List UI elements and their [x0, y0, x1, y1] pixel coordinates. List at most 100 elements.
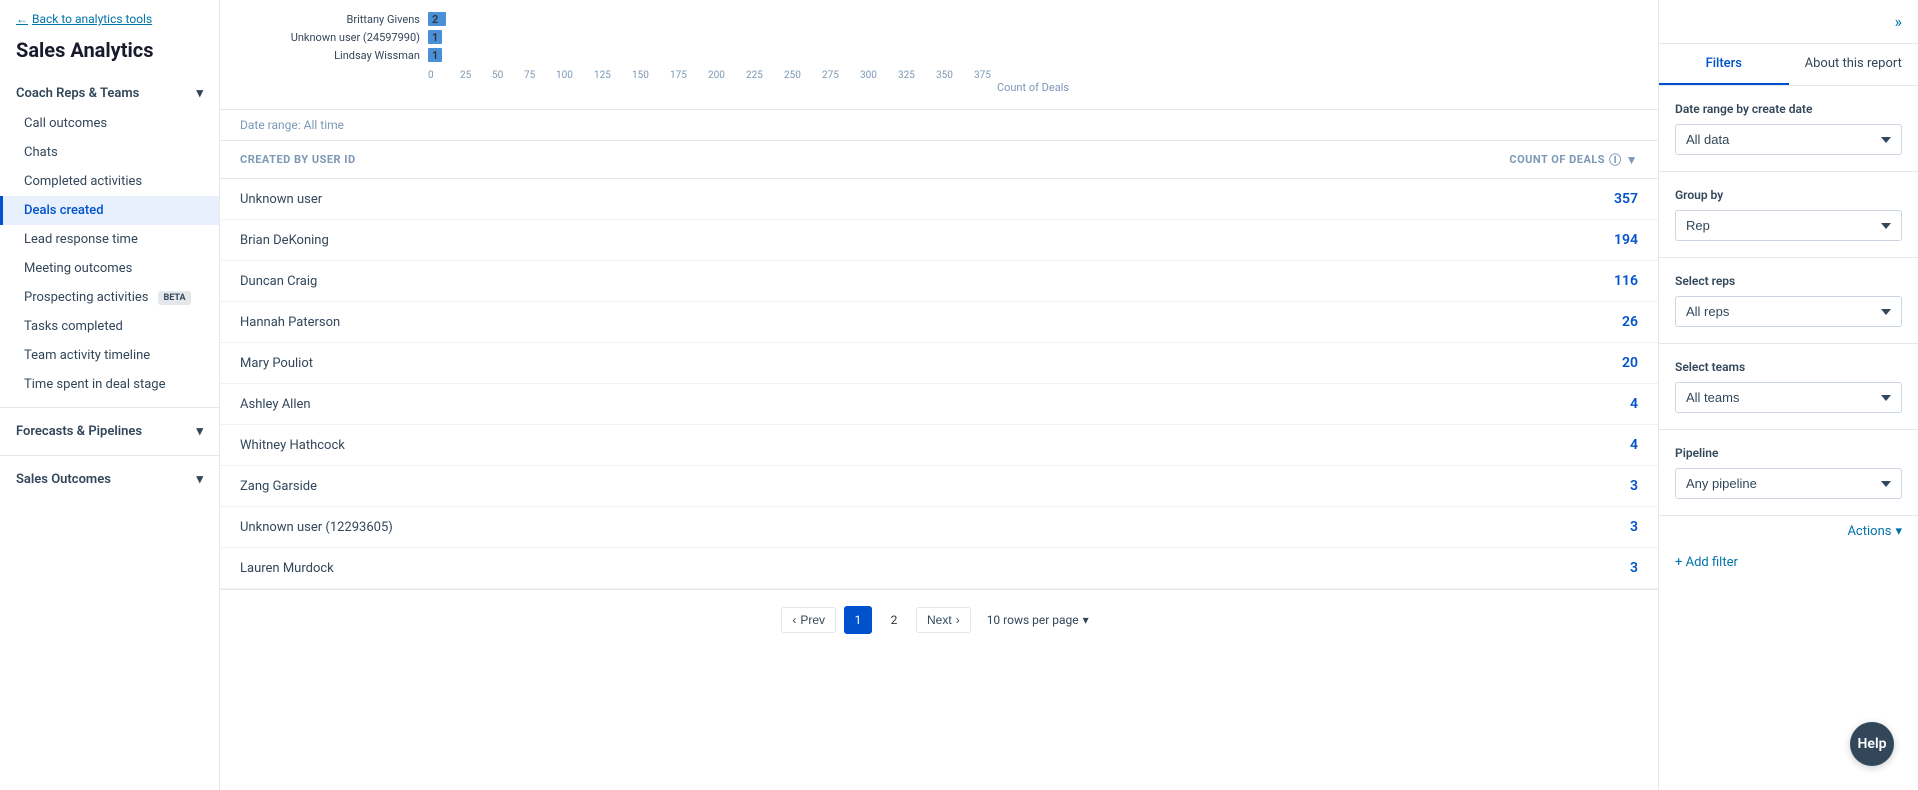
sidebar-item-deals-created[interactable]: Deals created	[0, 196, 219, 225]
x-label-8: 200	[708, 70, 746, 81]
table-cell-user-1: Brian DeKoning	[220, 220, 987, 261]
page-2-button[interactable]: 2	[880, 606, 908, 634]
actions-area: Actions ▾	[1659, 516, 1918, 547]
x-label-15: 375	[974, 70, 1012, 81]
table-row: Duncan Craig116	[220, 261, 1658, 302]
table-cell-count-2: 116	[987, 261, 1658, 302]
x-label-4: 100	[556, 70, 594, 81]
rows-per-page-arrow: ▾	[1083, 613, 1089, 627]
pipeline-select[interactable]: Any pipeline	[1675, 468, 1902, 499]
table-row: Zang Garside3	[220, 466, 1658, 507]
col-count[interactable]: COUNT OF DEALS ⓘ ▼	[987, 141, 1658, 179]
page-1-button[interactable]: 1	[844, 606, 872, 634]
sidebar-item-time-spent[interactable]: Time spent in deal stage	[0, 370, 219, 399]
chart-bar-container-1: 1	[428, 30, 1638, 44]
section-coach-label: Coach Reps & Teams	[16, 86, 139, 101]
deals-table: CREATED BY USER ID COUNT OF DEALS ⓘ ▼ Un…	[220, 140, 1658, 589]
table-cell-count-6: 4	[987, 425, 1658, 466]
prev-label: Prev	[800, 613, 825, 627]
actions-label: Actions	[1847, 524, 1891, 539]
expand-icon[interactable]: »	[1895, 12, 1903, 31]
chart-bar-2: 1	[428, 48, 442, 62]
select-teams-section: Select teams All teams	[1659, 344, 1918, 430]
chart-label-2: Lindsay Wissman	[240, 49, 420, 62]
pagination: ‹ Prev 1 2 Next › 10 rows per page ▾	[220, 589, 1658, 650]
chart-bar-container-0: 2	[428, 12, 1638, 26]
table-row: Lauren Murdock3	[220, 548, 1658, 589]
chevron-down-icon-sales: ▾	[196, 472, 203, 487]
add-filter-button[interactable]: + Add filter	[1659, 547, 1918, 578]
rows-per-page-selector[interactable]: 10 rows per page ▾	[979, 608, 1097, 632]
sidebar-item-call-outcomes[interactable]: Call outcomes	[0, 109, 219, 138]
select-reps-select[interactable]: All reps	[1675, 296, 1902, 327]
date-range-section: Date range by create date All data Today…	[1659, 86, 1918, 172]
next-arrow-icon: ›	[956, 613, 960, 627]
panel-tabs: Filters About this report	[1659, 44, 1918, 86]
sidebar-item-completed-activities[interactable]: Completed activities	[0, 167, 219, 196]
sidebar-section-forecasts[interactable]: Forecasts & Pipelines ▾	[0, 416, 219, 447]
sidebar-section-sales-outcomes[interactable]: Sales Outcomes ▾	[0, 464, 219, 495]
date-range-label-panel: Date range by create date	[1675, 102, 1902, 116]
sidebar-section-coach[interactable]: Coach Reps & Teams ▾	[0, 78, 219, 109]
x-label-13: 325	[898, 70, 936, 81]
x-label-9: 225	[746, 70, 784, 81]
select-teams-select[interactable]: All teams	[1675, 382, 1902, 413]
table-row: Hannah Paterson26	[220, 302, 1658, 343]
sidebar-divider-1	[0, 407, 219, 408]
beta-badge: BETA	[158, 291, 190, 305]
x-label-5: 125	[594, 70, 632, 81]
sidebar-item-meeting-outcomes[interactable]: Meeting outcomes	[0, 254, 219, 283]
sidebar-item-team-activity-timeline[interactable]: Team activity timeline	[0, 341, 219, 370]
chart-value-2: 1	[432, 49, 438, 62]
group-by-section: Group by Rep Team	[1659, 172, 1918, 258]
chart-bar-1: 1	[428, 30, 442, 44]
prev-arrow-icon: ‹	[792, 613, 796, 627]
sidebar-item-chats[interactable]: Chats	[0, 138, 219, 167]
table-header-row: Date range: All time	[220, 110, 1658, 140]
sidebar-item-tasks-completed[interactable]: Tasks completed	[0, 312, 219, 341]
table-cell-count-0: 357	[987, 179, 1658, 220]
chart-area: Brittany Givens 2 Unknown user (24597990…	[220, 0, 1658, 110]
sidebar-item-prospecting-activities[interactable]: Prospecting activities BETA	[0, 283, 219, 312]
table-cell-user-4: Mary Pouliot	[220, 343, 987, 384]
sort-icon: ▼	[1626, 153, 1638, 167]
prev-page-button[interactable]: ‹ Prev	[781, 607, 836, 633]
table-cell-count-4: 20	[987, 343, 1658, 384]
sidebar: ← Back to analytics tools Sales Analytic…	[0, 0, 220, 790]
chart-bar-container-2: 1	[428, 48, 1638, 62]
table-cell-user-0: Unknown user	[220, 179, 987, 220]
pipeline-section: Pipeline Any pipeline	[1659, 430, 1918, 516]
table-area: Date range: All time CREATED BY USER ID …	[220, 110, 1658, 790]
x-label-2: 50	[492, 70, 524, 81]
tasks-completed-label: Tasks completed	[24, 319, 123, 334]
help-button[interactable]: Help	[1850, 722, 1894, 766]
date-range-select[interactable]: All data Today This week This month	[1675, 124, 1902, 155]
x-label-10: 250	[784, 70, 822, 81]
chevron-down-icon-coach: ▾	[196, 86, 203, 101]
table-cell-count-9: 3	[987, 548, 1658, 589]
table-cell-count-1: 194	[987, 220, 1658, 261]
sidebar-item-lead-response-time[interactable]: Lead response time	[0, 225, 219, 254]
back-to-analytics-link[interactable]: ← Back to analytics tools	[0, 0, 219, 34]
actions-arrow-icon: ▾	[1895, 524, 1902, 539]
select-teams-label: Select teams	[1675, 360, 1902, 374]
x-label-7: 175	[670, 70, 708, 81]
tab-about[interactable]: About this report	[1789, 44, 1918, 85]
table-cell-count-3: 26	[987, 302, 1658, 343]
table-cell-user-3: Hannah Paterson	[220, 302, 987, 343]
tab-filters-label: Filters	[1706, 56, 1742, 71]
table-cell-user-8: Unknown user (12293605)	[220, 507, 987, 548]
chart-label-0: Brittany Givens	[240, 13, 420, 26]
actions-button[interactable]: Actions ▾	[1847, 524, 1902, 539]
next-page-button[interactable]: Next ›	[916, 607, 971, 633]
group-by-select[interactable]: Rep Team	[1675, 210, 1902, 241]
back-arrow-icon: ←	[16, 12, 28, 26]
right-panel: » Filters About this report Date range b…	[1658, 0, 1918, 790]
meeting-outcomes-label: Meeting outcomes	[24, 261, 132, 276]
call-outcomes-label: Call outcomes	[24, 116, 107, 131]
time-spent-label: Time spent in deal stage	[24, 377, 165, 392]
tab-filters[interactable]: Filters	[1659, 44, 1789, 85]
x-label-6: 150	[632, 70, 670, 81]
sidebar-divider-2	[0, 455, 219, 456]
table-row: Brian DeKoning194	[220, 220, 1658, 261]
